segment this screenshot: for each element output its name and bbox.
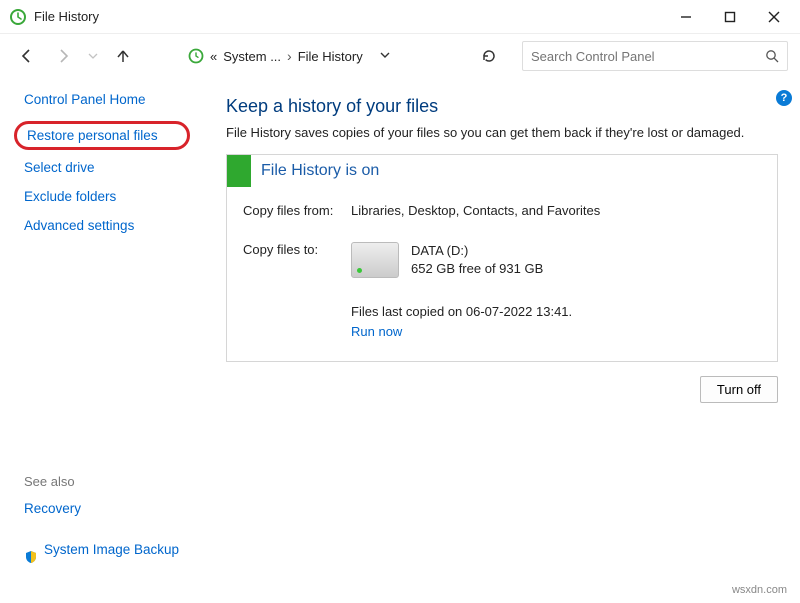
forward-button — [48, 41, 78, 71]
status-panel: File History is on Copy files from: Libr… — [226, 154, 778, 362]
search-icon — [765, 49, 779, 63]
copy-from-value: Libraries, Desktop, Contacts, and Favori… — [351, 203, 761, 218]
drive-text: DATA (D:) 652 GB free of 931 GB — [411, 242, 543, 278]
status-body: Copy files from: Libraries, Desktop, Con… — [227, 187, 777, 361]
last-copied-text: Files last copied on 06-07-2022 13:41. — [351, 302, 761, 322]
content: Control Panel Home Restore personal file… — [0, 78, 800, 603]
up-button[interactable] — [108, 41, 138, 71]
sidebar-item-select-drive[interactable]: Select drive — [24, 160, 190, 175]
copy-to-row: Copy files to: DATA (D:) 652 GB free of … — [243, 242, 761, 278]
window-title: File History — [34, 9, 99, 24]
breadcrumb-item-1[interactable]: File History — [298, 49, 363, 64]
run-now-link[interactable]: Run now — [351, 324, 402, 339]
breadcrumb-caret[interactable] — [379, 49, 391, 64]
search-input[interactable] — [531, 49, 779, 64]
status-indicator-on — [227, 155, 251, 187]
window-controls — [666, 3, 794, 31]
turn-off-row: Turn off — [226, 376, 778, 403]
recent-dropdown[interactable] — [84, 41, 102, 71]
status-header: File History is on — [227, 155, 777, 187]
copy-from-label: Copy files from: — [243, 203, 351, 218]
sidebar-item-exclude-folders[interactable]: Exclude folders — [24, 189, 190, 204]
minimize-button[interactable] — [666, 3, 706, 31]
nav-row: « System ... File History — [0, 34, 800, 78]
breadcrumb[interactable]: « System ... File History — [180, 41, 460, 71]
search-box[interactable] — [522, 41, 788, 71]
see-also-recovery-label[interactable]: Recovery — [24, 501, 81, 516]
refresh-button[interactable] — [474, 41, 504, 71]
see-also-system-image[interactable]: System Image Backup — [24, 542, 190, 571]
control-panel-home-link[interactable]: Control Panel Home — [24, 92, 190, 107]
page-heading: Keep a history of your files — [226, 96, 778, 117]
back-button[interactable] — [12, 41, 42, 71]
drive-name: DATA (D:) — [411, 242, 543, 260]
see-also-heading: See also — [24, 474, 190, 489]
watermark: wsxdn.com — [729, 583, 790, 597]
drive-icon — [351, 242, 399, 278]
breadcrumb-item-0[interactable]: System ... — [223, 49, 281, 64]
status-title: File History is on — [261, 162, 379, 180]
copy-to-label: Copy files to: — [243, 242, 351, 278]
page-subtitle: File History saves copies of your files … — [226, 125, 778, 140]
see-also-system-image-label[interactable]: System Image Backup — [44, 542, 179, 557]
app-icon — [10, 9, 26, 25]
close-button[interactable] — [754, 3, 794, 31]
sidebar-item-restore[interactable]: Restore personal files — [14, 121, 190, 150]
drive-free: 652 GB free of 931 GB — [411, 260, 543, 278]
copy-to-value: DATA (D:) 652 GB free of 931 GB — [351, 242, 761, 278]
see-also-block: See also Recovery System Image Backup — [24, 474, 190, 583]
breadcrumb-ellipsis: « — [210, 49, 217, 64]
see-also-recovery[interactable]: Recovery — [24, 501, 190, 530]
maximize-button[interactable] — [710, 3, 750, 31]
sidebar: Control Panel Home Restore personal file… — [0, 78, 190, 603]
main-panel: ? Keep a history of your files File Hist… — [190, 78, 800, 603]
last-copied-block: Files last copied on 06-07-2022 13:41. R… — [351, 302, 761, 341]
titlebar: File History — [0, 0, 800, 34]
breadcrumb-separator — [287, 48, 292, 64]
copy-from-row: Copy files from: Libraries, Desktop, Con… — [243, 203, 761, 218]
turn-off-button[interactable]: Turn off — [700, 376, 778, 403]
sidebar-item-advanced[interactable]: Advanced settings — [24, 218, 190, 233]
shield-icon — [24, 550, 38, 564]
breadcrumb-icon — [188, 48, 204, 64]
help-button[interactable]: ? — [776, 90, 792, 106]
